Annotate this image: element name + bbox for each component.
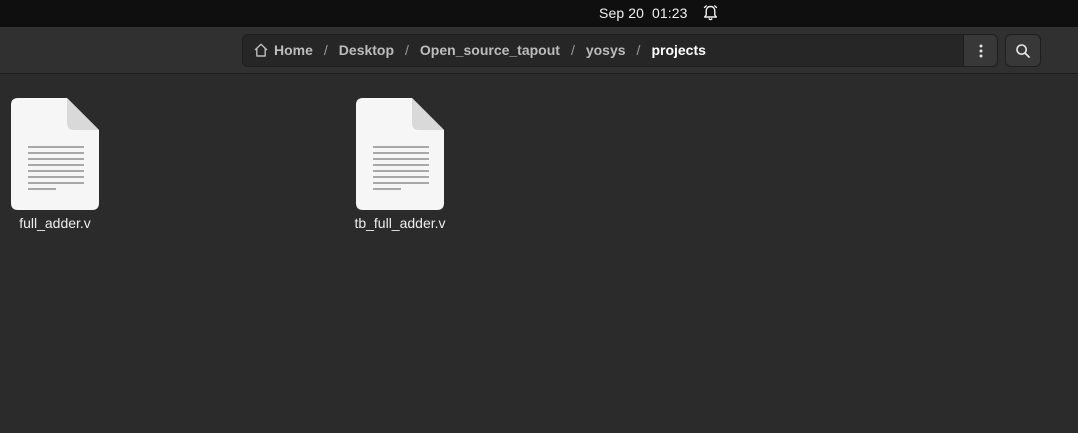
search-icon (1016, 43, 1030, 58)
vertical-dots-icon (979, 44, 982, 57)
file-item[interactable]: full_adder.v (0, 97, 110, 231)
file-name: tb_full_adder.v (354, 215, 446, 231)
breadcrumb-separator: / (323, 42, 328, 58)
file-name: full_adder.v (19, 215, 91, 231)
file-item[interactable]: tb_full_adder.v (345, 97, 455, 231)
breadcrumb-home[interactable]: Home (274, 42, 313, 58)
top-bar: Sep 20 01:23 (0, 0, 1078, 27)
clock[interactable]: Sep 20 01:23 (599, 5, 688, 21)
path-menu-button[interactable] (964, 34, 998, 67)
breadcrumb-separator: / (570, 42, 575, 58)
text-file-icon (11, 98, 99, 210)
header-bar: Home / Desktop / Open_source_tapout / yo… (0, 27, 1078, 74)
breadcrumb-desktop[interactable]: Desktop (339, 42, 394, 58)
location-bar: Home / Desktop / Open_source_tapout / yo… (242, 34, 964, 67)
breadcrumb-separator: / (405, 42, 409, 58)
text-file-icon (356, 98, 444, 210)
bell-icon[interactable] (702, 4, 719, 22)
breadcrumb-separator: / (636, 42, 641, 58)
breadcrumb-yosys[interactable]: yosys (586, 42, 626, 58)
breadcrumb-projects[interactable]: projects (651, 42, 705, 58)
search-button[interactable] (1005, 34, 1041, 67)
home-icon[interactable] (253, 42, 269, 58)
breadcrumb: Home / Desktop / Open_source_tapout / yo… (253, 42, 706, 58)
file-view: full_adder.v tb_full_adder.v (0, 75, 1078, 433)
breadcrumb-open-source-tapout[interactable]: Open_source_tapout (420, 42, 560, 58)
